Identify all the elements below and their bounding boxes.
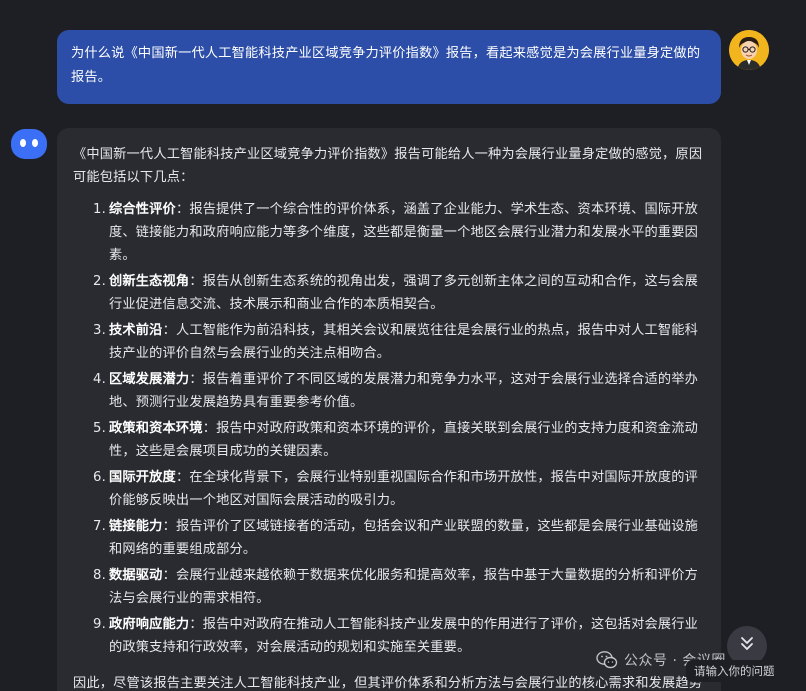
chat-page: 为什么说《中国新一代人工智能科技产业区域竞争力评价指数》报告，看起来感觉是为会展…: [0, 0, 806, 691]
bot-points-list: 1. 综合性评价：报告提供了一个综合性的评价体系，涵盖了企业能力、学术生态、资本环…: [73, 198, 707, 659]
user-message-row: 为什么说《中国新一代人工智能科技产业区域竞争力评价指数》报告，看起来感觉是为会展…: [57, 30, 806, 106]
list-item-text: ：会展行业越来越依赖于数据来优化服务和提高效率，报告中基于大量数据的分析和评价方…: [109, 568, 699, 606]
list-item-text: ：在全球化背景下，会展行业特别重视国际合作和市场开放性，报告中对国际开放度的评价…: [109, 470, 699, 508]
list-item-text: ：报告从创新生态系统的视角出发，强调了多元创新主体之间的互动和合作，这与会展行业…: [109, 274, 699, 312]
chat-input[interactable]: 请输入你的问题: [686, 660, 796, 682]
bot-message-bubble: 《中国新一代人工智能科技产业区域竞争力评价指数》报告可能给人一种为会展行业量身定…: [57, 128, 721, 691]
list-item-text: ：人工智能作为前沿科技，其相关会议和展览往往是会展行业的热点，报告中对人工智能科…: [109, 323, 699, 361]
list-item-number: 6.: [93, 470, 106, 485]
user-message-bubble: 为什么说《中国新一代人工智能科技产业区域竞争力评价指数》报告，看起来感觉是为会展…: [57, 30, 721, 104]
bot-intro-text: 《中国新一代人工智能科技产业区域竞争力评价指数》报告可能给人一种为会展行业量身定…: [73, 147, 703, 185]
list-item: 3. 技术前沿：人工智能作为前沿科技，其相关会议和展览往往是会展行业的热点，报告中…: [73, 319, 707, 365]
bot-avatar-icon: [10, 128, 48, 160]
list-item: 1. 综合性评价：报告提供了一个综合性的评价体系，涵盖了企业能力、学术生态、资本环…: [73, 198, 707, 267]
list-item-title: 技术前沿: [109, 323, 163, 338]
list-item-number: 7.: [93, 519, 106, 534]
double-chevron-down-icon: [737, 634, 757, 658]
list-item-title: 政策和资本环境: [109, 421, 203, 436]
list-item-number: 3.: [93, 323, 106, 338]
list-item-text: ：报告着重评价了不同区域的发展潜力和竞争力水平，这对于会展行业选择合适的举办地、…: [109, 372, 699, 410]
list-item-title: 创新生态视角: [109, 274, 190, 289]
list-item: 6. 国际开放度：在全球化背景下，会展行业特别重视国际合作和市场开放性，报告中对国…: [73, 466, 707, 512]
wechat-icon: [596, 650, 618, 670]
list-item: 5. 政策和资本环境：报告中对政府政策和资本环境的评价，直接关联到会展行业的支持力…: [73, 417, 707, 463]
list-item-number: 8.: [93, 568, 106, 583]
list-item-number: 1.: [93, 202, 106, 217]
bot-conclusion-text: 因此，尽管该报告主要关注人工智能科技产业，但其评价体系和分析方法与会展行业的核心…: [73, 676, 703, 691]
list-item-title: 链接能力: [109, 519, 163, 534]
user-avatar-icon[interactable]: [729, 30, 769, 70]
list-item-text: ：报告评价了区域链接者的活动，包括会议和产业联盟的数量，这些都是会展行业基础设施…: [109, 519, 699, 557]
list-item-title: 区域发展潜力: [109, 372, 190, 387]
list-item-number: 5.: [93, 421, 106, 436]
list-item-title: 综合性评价: [109, 202, 176, 217]
list-item: 7. 链接能力：报告评价了区域链接者的活动，包括会议和产业联盟的数量，这些都是会展…: [73, 515, 707, 561]
list-item-number: 9.: [93, 617, 106, 632]
list-item-number: 2.: [93, 274, 106, 289]
list-item-title: 数据驱动: [109, 568, 163, 583]
list-item: 2. 创新生态视角：报告从创新生态系统的视角出发，强调了多元创新主体之间的互动和合…: [73, 270, 707, 316]
list-item-title: 国际开放度: [109, 470, 176, 485]
list-item-text: ：报告提供了一个综合性的评价体系，涵盖了企业能力、学术生态、资本环境、国际开放度…: [109, 202, 699, 263]
list-item: 4. 区域发展潜力：报告着重评价了不同区域的发展潜力和竞争力水平，这对于会展行业选…: [73, 368, 707, 414]
list-item-title: 政府响应能力: [109, 617, 190, 632]
list-item-number: 4.: [93, 372, 106, 387]
list-item: 8. 数据驱动：会展行业越来越依赖于数据来优化服务和提高效率，报告中基于大量数据的…: [73, 564, 707, 610]
